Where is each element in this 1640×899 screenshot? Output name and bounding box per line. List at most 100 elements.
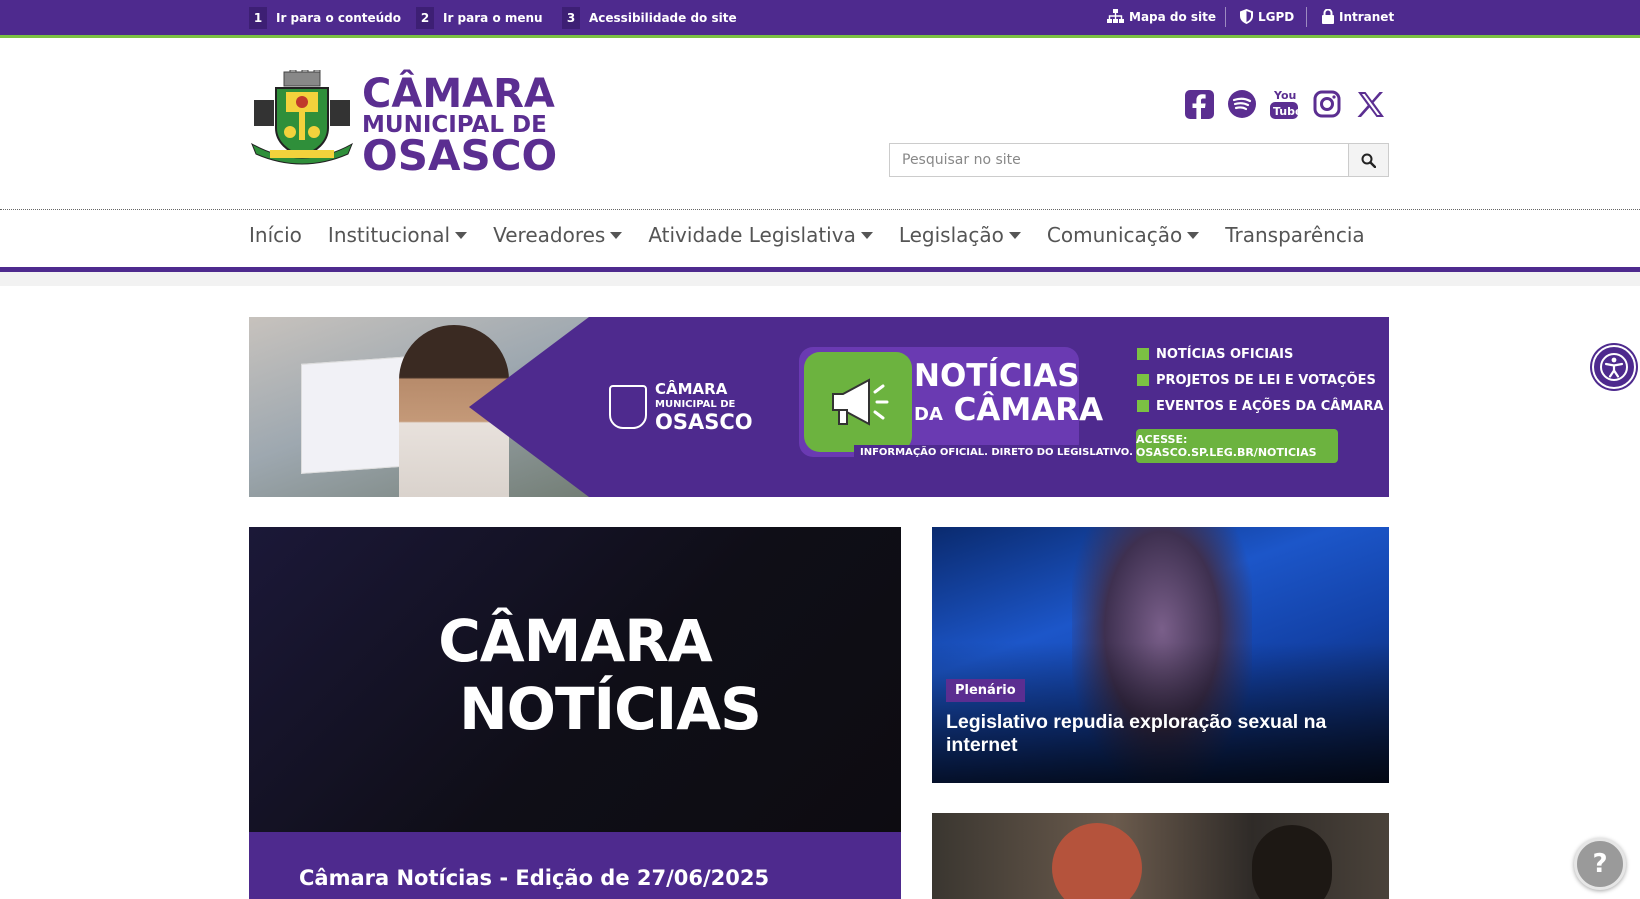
search-button[interactable] — [1349, 143, 1389, 177]
megaphone-badge — [804, 352, 912, 452]
skip-label: Acessibilidade do site — [589, 11, 737, 25]
city-crest-icon — [251, 70, 353, 165]
featured-news-title: Câmara Notícias - Edição de 27/06/2025 — [299, 866, 770, 890]
banner-arrow-shape — [469, 317, 589, 497]
skip-to-accessibility-link[interactable]: 3 Acessibilidade do site — [562, 7, 737, 29]
sitemap-link[interactable]: Mapa do site — [1107, 9, 1216, 24]
megaphone-icon — [832, 378, 889, 426]
noticias-subtitle: INFORMAÇÃO OFICIAL. DIRETO DO LEGISLATIV… — [854, 445, 1139, 460]
lock-icon — [1322, 9, 1334, 24]
nav-label: Transparência — [1225, 223, 1365, 247]
banner-logo-line3: OSASCO — [655, 410, 753, 434]
skip-number: 2 — [416, 7, 434, 29]
svg-text:Tube: Tube — [1273, 105, 1299, 118]
skip-label: Ir para o menu — [443, 11, 543, 25]
calendar-icon — [1137, 400, 1149, 412]
main-nav: Início Institucional Vereadores Atividad… — [249, 223, 1391, 247]
caret-down-icon — [455, 231, 468, 239]
featured-image-line2: NOTÍCIAS — [459, 675, 762, 743]
youtube-link[interactable]: You Tube — [1268, 88, 1300, 120]
shield-icon — [1240, 9, 1253, 24]
divider — [1306, 7, 1307, 27]
nav-item-legislacao[interactable]: Legislação — [899, 223, 1021, 247]
logo-line3: OSASCO — [362, 131, 558, 180]
banner-logo-line1: CÂMARA — [655, 380, 728, 398]
banner-list-item: NOTÍCIAS OFICIAIS — [1137, 341, 1383, 367]
caret-down-icon — [610, 231, 623, 239]
document-icon — [1137, 374, 1149, 386]
skip-label: Ir para o conteúdo — [276, 11, 402, 25]
featured-news-caption[interactable]: Câmara Notícias - Edição de 27/06/2025 — [249, 832, 901, 899]
featured-image-line1: CÂMARA — [438, 607, 713, 675]
instagram-link[interactable] — [1311, 88, 1343, 120]
intranet-label: Intranet — [1339, 9, 1395, 24]
side-news-card[interactable]: Plenário Legislativo repudia exploração … — [932, 527, 1389, 783]
side-news-title: Legislativo repudia exploração sexual na… — [946, 711, 1327, 756]
accessibility-button[interactable] — [1592, 345, 1636, 389]
banner-list-text: PROJETOS DE LEI E VOTAÇÕES — [1156, 372, 1376, 388]
accessibility-icon — [1600, 353, 1628, 381]
banner-logo-text: CÂMARA MUNICIPAL DE OSASCO — [655, 380, 753, 434]
side-news-card[interactable] — [932, 813, 1389, 899]
skip-to-content-link[interactable]: 1 Ir para o conteúdo — [249, 7, 401, 29]
logo-line1: CÂMARA — [362, 71, 555, 117]
nav-item-institucional[interactable]: Institucional — [327, 223, 468, 247]
caret-down-icon — [860, 231, 873, 239]
crest-icon — [609, 385, 647, 429]
nav-label: Vereadores — [493, 223, 606, 247]
search-icon — [1361, 153, 1376, 168]
lgpd-link[interactable]: LGPD — [1240, 9, 1294, 24]
facebook-link[interactable] — [1183, 88, 1215, 120]
skip-number: 3 — [562, 7, 580, 29]
spotify-icon — [1228, 90, 1256, 118]
x-twitter-link[interactable] — [1355, 88, 1387, 120]
nav-label: Atividade Legislativa — [648, 223, 856, 247]
banner-logo: CÂMARA MUNICIPAL DE OSASCO — [609, 380, 753, 434]
caret-down-icon — [1187, 231, 1200, 239]
caret-down-icon — [1008, 231, 1021, 239]
nav-label: Institucional — [327, 223, 451, 247]
featured-image-text: CÂMARA NOTÍCIAS — [249, 607, 901, 743]
header-divider — [0, 209, 1640, 210]
news-photo-person — [1052, 823, 1142, 899]
news-photo-person — [1252, 825, 1332, 899]
help-button[interactable]: ? — [1574, 838, 1626, 890]
facebook-icon — [1184, 89, 1214, 119]
category-badge: Plenário — [946, 679, 1025, 702]
x-icon — [1357, 91, 1384, 117]
accessibility-top-bar: 1 Ir para o conteúdo 2 Ir para o menu 3 … — [0, 0, 1640, 38]
skip-to-menu-link[interactable]: 2 Ir para o menu — [416, 7, 543, 29]
instagram-icon — [1313, 90, 1341, 118]
noticias-title-line2: CÂMARA — [953, 392, 1104, 428]
noticias-banner[interactable]: CÂMARA MUNICIPAL DE OSASCO NOTÍCIAS DA C… — [249, 317, 1389, 497]
banner-list-item: EVENTOS E AÇÕES DA CÂMARA — [1137, 393, 1383, 419]
nav-item-atividade-legislativa[interactable]: Atividade Legislativa — [648, 223, 873, 247]
site-logo[interactable]: CÂMARA MUNICIPAL DE OSASCO — [250, 70, 557, 177]
logo-wordmark: CÂMARA MUNICIPAL DE OSASCO — [362, 71, 558, 180]
featured-news-image[interactable]: CÂMARA NOTÍCIAS — [249, 527, 901, 832]
noticias-title-da: DA — [914, 404, 943, 425]
sitemap-icon — [1107, 9, 1124, 23]
skip-number: 1 — [249, 7, 267, 29]
sitemap-label: Mapa do site — [1129, 9, 1217, 24]
nav-shadow-strip — [0, 272, 1640, 286]
youtube-icon: You Tube — [1270, 89, 1299, 119]
banner-feature-list: NOTÍCIAS OFICIAIS PROJETOS DE LEI E VOTA… — [1137, 341, 1383, 419]
spotify-link[interactable] — [1226, 88, 1258, 120]
nav-label: Início — [249, 223, 302, 247]
banner-cta-button[interactable]: ACESSE: OSASCO.SP.LEG.BR/NOTICIAS — [1136, 429, 1338, 463]
banner-list-item: PROJETOS DE LEI E VOTAÇÕES — [1137, 367, 1383, 393]
noticias-title: NOTÍCIAS DA CÂMARA — [914, 359, 1103, 432]
search-input[interactable] — [889, 143, 1349, 177]
nav-item-comunicacao[interactable]: Comunicação — [1046, 223, 1200, 247]
nav-item-vereadores[interactable]: Vereadores — [493, 223, 623, 247]
lgpd-label: LGPD — [1258, 9, 1295, 24]
nav-label: Comunicação — [1046, 223, 1183, 247]
noticias-title-line1: NOTÍCIAS — [914, 358, 1080, 394]
intranet-link[interactable]: Intranet — [1322, 9, 1394, 24]
megaphone-small-icon — [1137, 348, 1149, 360]
banner-list-text: EVENTOS E AÇÕES DA CÂMARA — [1156, 398, 1384, 414]
nav-item-inicio[interactable]: Início — [249, 223, 302, 247]
nav-item-transparencia[interactable]: Transparência — [1225, 223, 1364, 247]
svg-text:You: You — [1273, 89, 1296, 102]
